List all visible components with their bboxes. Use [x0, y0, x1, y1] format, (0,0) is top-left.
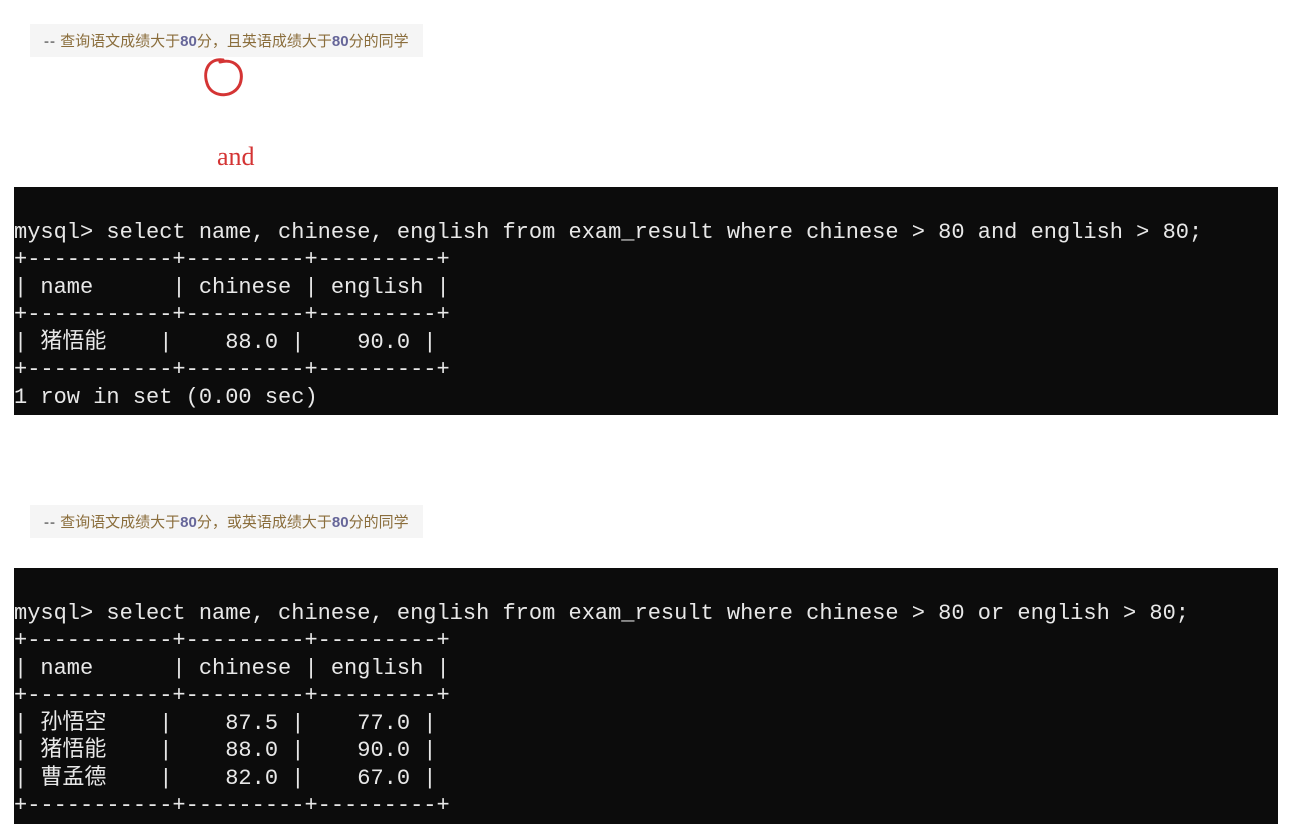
comment2-text-pre: 查询语文成绩大于 — [56, 514, 180, 531]
term1-footer: 1 row in set (0.00 sec) — [14, 385, 318, 410]
comment-text-pre: 查询语文成绩大于 — [56, 33, 180, 50]
comment2-text-mid: 分，或英语成绩大于 — [197, 514, 332, 531]
comment-text-end: 分的同学 — [349, 33, 409, 50]
term2-prompt: mysql> select name, chinese, english fro… — [14, 601, 1189, 626]
term1-row-0: | 猪悟能 | 88.0 | 90.0 | — [14, 330, 436, 355]
terminal-output-1: mysql> select name, chinese, english fro… — [14, 187, 1278, 415]
term2-border2: +-----------+---------+---------+ — [14, 683, 450, 708]
sql-comment-1: -- 查询语文成绩大于80分，且英语成绩大于80分的同学 — [30, 24, 423, 57]
term2-row-1: | 猪悟能 | 88.0 | 90.0 | — [14, 738, 436, 763]
terminal-output-2: mysql> select name, chinese, english fro… — [14, 568, 1278, 824]
term2-row-2: | 曹孟德 | 82.0 | 67.0 | — [14, 766, 436, 791]
comment-num-2: 80 — [332, 33, 349, 50]
comment2-num-1: 80 — [180, 514, 197, 531]
term1-header: | name | chinese | english | — [14, 275, 450, 300]
comment-dash: -- — [44, 33, 56, 50]
hand-drawn-circle — [198, 54, 248, 104]
annotation-area: and — [0, 57, 1292, 187]
term2-header: | name | chinese | english | — [14, 656, 450, 681]
comment-dash-2: -- — [44, 514, 56, 531]
term1-prompt: mysql> select name, chinese, english fro… — [14, 220, 1202, 245]
term1-border3: +-----------+---------+---------+ — [14, 357, 450, 382]
term1-border2: +-----------+---------+---------+ — [14, 302, 450, 327]
comment2-text-end: 分的同学 — [349, 514, 409, 531]
comment2-num-2: 80 — [332, 514, 349, 531]
annotation-and-label: and — [217, 142, 255, 172]
comment-num-1: 80 — [180, 33, 197, 50]
sql-comment-2: -- 查询语文成绩大于80分，或英语成绩大于80分的同学 — [30, 505, 423, 538]
term2-border3: +-----------+---------+---------+ — [14, 793, 450, 818]
comment-text-mid: 分，且英语成绩大于 — [197, 33, 332, 50]
term2-border1: +-----------+---------+---------+ — [14, 628, 450, 653]
term2-row-0: | 孙悟空 | 87.5 | 77.0 | — [14, 711, 436, 736]
term1-border1: +-----------+---------+---------+ — [14, 247, 450, 272]
